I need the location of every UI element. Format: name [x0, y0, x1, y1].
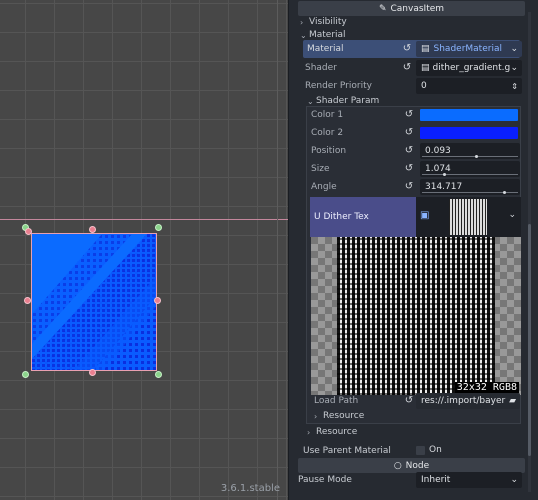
node-circle-icon: ○ [393, 460, 402, 471]
inspector-scrollbar[interactable] [528, 12, 531, 492]
chevron-down-icon: ⌄ [510, 44, 518, 54]
inspector-panel[interactable]: ✎ CanvasItem › Visibility ⌄ Material Mat… [288, 0, 538, 500]
dither-tex-selector[interactable]: ▣ ⌄ [416, 197, 521, 237]
revert-icon[interactable]: ↺ [404, 146, 414, 156]
image-icon: ▣ [420, 210, 430, 221]
corner-handle-top-right[interactable] [155, 224, 162, 231]
chevron-down-icon: ⌄ [300, 30, 307, 40]
chevron-down-icon: ⌄ [510, 63, 518, 73]
resource-section[interactable]: › Resource [289, 423, 538, 441]
position-slider-track[interactable] [422, 156, 518, 157]
pivot-handle[interactable] [25, 228, 32, 235]
edge-handle-bottom[interactable] [89, 369, 96, 376]
chevron-right-icon: › [307, 427, 311, 437]
folder-icon[interactable]: ▰ [509, 396, 516, 406]
material-selector[interactable]: ▤ ShaderMaterial ⌄ [416, 41, 522, 57]
chevron-down-icon: ⌄ [508, 210, 516, 220]
scrollbar-thumb[interactable] [528, 224, 531, 456]
corner-handle-bottom-right[interactable] [155, 371, 162, 378]
pencil-icon: ✎ [378, 3, 387, 14]
bayer-dither-image [337, 237, 495, 395]
revert-icon[interactable]: ↺ [404, 128, 414, 138]
revert-icon[interactable]: ↺ [404, 110, 414, 120]
angle-slider-knob[interactable] [503, 191, 506, 194]
size-slider-knob[interactable] [443, 173, 446, 176]
revert-icon[interactable]: ↺ [404, 396, 414, 406]
spin-arrows-icon[interactable]: ⇕ [511, 82, 518, 91]
chevron-right-icon: › [314, 411, 318, 421]
dithered-sprite[interactable] [31, 233, 157, 371]
horizontal-guide [0, 219, 288, 220]
vertical-guide [277, 0, 278, 500]
position-slider-knob[interactable] [475, 155, 478, 158]
corner-handle-bottom-left[interactable] [22, 371, 29, 378]
color2-picker[interactable] [420, 127, 518, 139]
revert-icon[interactable]: ↺ [402, 63, 412, 73]
size-slider-track[interactable] [422, 174, 518, 175]
texture-thumbnail [449, 199, 487, 235]
chevron-down-icon: ⌄ [510, 475, 518, 485]
edge-handle-left[interactable] [24, 297, 31, 304]
revert-icon[interactable]: ↺ [404, 182, 414, 192]
dither-tex-label-cell[interactable]: U Dither Tex [310, 197, 416, 237]
use-parent-material-checkbox[interactable] [416, 446, 425, 455]
canvas-viewport[interactable]: 3.6.1.stable [0, 0, 288, 500]
file-icon: ▤ [421, 44, 430, 54]
dither-gradient-graphic [32, 234, 156, 370]
revert-icon[interactable]: ↺ [404, 164, 414, 174]
pause-mode-dropdown[interactable]: Inherit ⌄ [416, 472, 522, 488]
texture-preview: 32x32 RGB8 [311, 237, 521, 395]
color1-picker[interactable] [420, 109, 518, 121]
file-icon: ▤ [421, 63, 430, 73]
revert-icon[interactable]: ↺ [402, 44, 412, 54]
checkbox-label: On [429, 445, 442, 455]
shader-selector[interactable]: ▤ dither_gradient.g ⌄ [416, 60, 522, 76]
chevron-down-icon: ⌄ [307, 96, 314, 106]
edge-handle-right[interactable] [154, 297, 161, 304]
version-label: 3.6.1.stable [220, 483, 280, 494]
edge-handle-top[interactable] [89, 226, 96, 233]
